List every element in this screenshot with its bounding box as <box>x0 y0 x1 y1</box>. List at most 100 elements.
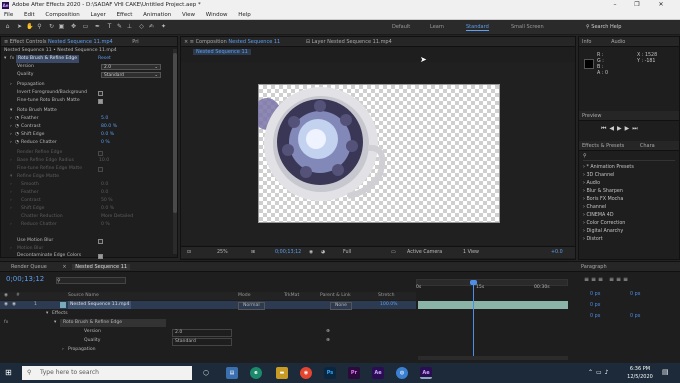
tl-version-dropdown[interactable]: 2.0 <box>172 329 232 337</box>
preset-item[interactable]: › Distort <box>583 237 603 242</box>
notifications-icon[interactable]: ▤ <box>662 368 669 376</box>
decontaminate-checkbox[interactable] <box>98 253 103 259</box>
after-effects-active-icon[interactable]: Ae <box>420 367 432 379</box>
layer-duration-bar[interactable] <box>418 301 568 309</box>
snapshot-icon[interactable]: ◉ <box>309 247 313 259</box>
preset-item[interactable]: › Blur & Sharpen <box>583 189 623 194</box>
stopwatch-icon[interactable]: ◔ <box>15 139 19 147</box>
resolution-dropdown[interactable]: Full <box>343 247 351 259</box>
system-clock[interactable]: 6:36 PM 12/5/2020 <box>622 365 658 381</box>
playback-controls[interactable]: ⏮◀▶▶⏭ <box>601 125 641 133</box>
preset-item[interactable]: › * Animation Presets <box>583 165 634 170</box>
magnification-icon[interactable]: ⊡ <box>187 247 191 259</box>
reset-link[interactable]: Reset <box>98 55 111 63</box>
stopwatch-icon[interactable]: ◔ <box>15 123 19 131</box>
motion-blur-checkbox[interactable] <box>98 238 103 244</box>
menu-animation[interactable]: Animation <box>143 12 171 18</box>
eye-icon[interactable]: ◉ <box>4 301 8 309</box>
puppet-tool-icon[interactable]: ✦ <box>160 23 167 31</box>
windows-start-icon[interactable]: ⊞ <box>5 368 15 378</box>
mode-dropdown[interactable]: Normal <box>238 302 265 310</box>
roto-brush-tool-icon[interactable]: ✍ <box>148 23 155 31</box>
workspace-learn[interactable]: Learn <box>430 24 444 30</box>
exposure-value[interactable]: +0.0 <box>551 247 563 259</box>
views-dropdown[interactable]: 1 View <box>463 247 479 259</box>
fit-icon[interactable]: ⊞ <box>251 247 255 259</box>
brush-tool-icon[interactable]: ✎ <box>116 23 123 31</box>
edge-icon[interactable]: e <box>250 367 262 379</box>
close-icon[interactable]: × <box>62 264 66 270</box>
expand-icon[interactable]: › <box>10 81 12 89</box>
eye-icon[interactable]: ◉ <box>4 292 8 300</box>
version-dropdown[interactable]: 2.0 ⌄ <box>101 64 161 70</box>
expand-icon[interactable]: ▾ <box>10 107 12 115</box>
effects-search-input[interactable]: ⚲ <box>583 153 675 161</box>
camera-dropdown[interactable]: Active Camera <box>407 247 442 259</box>
menu-composition[interactable]: Composition <box>45 12 79 18</box>
layer-tab[interactable]: Layer Nested Sequence 11.mp4 <box>312 39 392 45</box>
rectangle-tool-icon[interactable]: ▭ <box>82 23 89 31</box>
alignment-buttons[interactable]: ≡≡≡ ≡≡≡ <box>584 276 630 283</box>
feather-value[interactable]: 5.0 <box>101 115 108 123</box>
finetune-checkbox[interactable] <box>98 98 103 104</box>
effect-row[interactable]: ▾ fx Roto Brush & Refine Edge Reset <box>1 55 177 63</box>
system-tray-icons[interactable]: ⌃▭♪ <box>588 369 612 376</box>
shift-edge-value[interactable]: 0.0 % <box>101 131 114 139</box>
tl-quality-dropdown[interactable]: Standard <box>172 338 232 346</box>
workspace-standard[interactable]: Standard <box>466 24 489 31</box>
file-explorer-icon[interactable]: ▤ <box>226 367 238 379</box>
preset-item[interactable]: › Audio <box>583 181 600 186</box>
scrollbar[interactable] <box>173 49 177 254</box>
menu-effect[interactable]: Effect <box>117 12 133 18</box>
search-help-field[interactable]: ⚲ Search Help <box>586 23 676 32</box>
clone-stamp-tool-icon[interactable]: ⊥ <box>126 23 133 31</box>
expand-icon[interactable]: ▾ <box>4 55 6 63</box>
effect-controls-tab[interactable]: ≡ Effect Controls Nested Sequence 11.mp4… <box>1 37 177 47</box>
task-view-icon[interactable]: ◯ <box>200 367 212 379</box>
preset-item[interactable]: › Channel <box>583 205 606 210</box>
home-icon[interactable]: ⌂ <box>4 23 11 31</box>
preset-item[interactable]: › Boris FX Mocha <box>583 197 623 202</box>
stopwatch-icon[interactable]: ◔ <box>15 131 19 139</box>
rotate-tool-icon[interactable]: ↻ <box>48 23 55 31</box>
paragraph-tab[interactable]: Paragraph <box>578 262 680 272</box>
maximize-icon[interactable]: ❐ <box>628 0 646 10</box>
pen-tool-icon[interactable]: ✒ <box>94 23 101 31</box>
menu-edit[interactable]: Edit <box>24 12 35 18</box>
premiere-icon[interactable]: Pr <box>348 367 360 379</box>
reduce-chatter-value[interactable]: 0 % <box>101 139 110 147</box>
show-channel-icon[interactable]: ◕ <box>321 247 325 259</box>
pan-behind-tool-icon[interactable]: ✥ <box>70 23 77 31</box>
folder-icon[interactable]: ▬ <box>276 367 288 379</box>
audio-icon[interactable]: ◉ <box>12 301 16 309</box>
close-icon[interactable]: ✕ <box>652 0 670 10</box>
playhead[interactable] <box>473 282 474 358</box>
taskbar-search-input[interactable]: ⚲ Type here to search <box>22 366 192 380</box>
workspace-small-screen[interactable]: Small Screen <box>511 24 544 30</box>
preview-tab[interactable]: Preview <box>579 111 679 121</box>
layer-row[interactable]: ◉ ◉ 1 Nested Sequence 11.mp4 Normal None… <box>0 301 416 310</box>
invert-checkbox[interactable] <box>98 90 103 96</box>
zoom-dropdown[interactable]: 25% <box>217 247 228 259</box>
preset-item[interactable]: › CINEMA 4D <box>583 213 614 218</box>
current-time[interactable]: 0;00;13;12 <box>275 247 301 259</box>
preset-item[interactable]: › Digital Anarchy <box>583 229 623 234</box>
menu-help[interactable]: Help <box>238 12 251 18</box>
photoshop-icon[interactable]: Ps <box>324 367 336 379</box>
camera-tool-icon[interactable]: ▣ <box>58 23 65 31</box>
roi-icon[interactable]: ▭ <box>391 247 396 259</box>
after-effects-icon[interactable]: Ae <box>372 367 384 379</box>
chrome-icon[interactable]: ◉ <box>300 367 312 379</box>
workspace-default[interactable]: Default <box>392 24 410 30</box>
menu-window[interactable]: Window <box>206 12 228 18</box>
menu-view[interactable]: View <box>182 12 195 18</box>
contrast-value[interactable]: 80.0 % <box>101 123 117 131</box>
stopwatch-icon[interactable]: ◔ <box>15 115 19 123</box>
playhead-handle[interactable] <box>470 280 477 285</box>
globe-icon[interactable]: ◍ <box>396 367 408 379</box>
preset-item[interactable]: › 3D Channel <box>583 173 614 178</box>
parent-dropdown[interactable]: None <box>330 302 352 310</box>
type-tool-icon[interactable]: T <box>106 23 113 31</box>
preset-item[interactable]: › Color Correction <box>583 221 625 226</box>
eraser-tool-icon[interactable]: ◇ <box>138 23 145 31</box>
